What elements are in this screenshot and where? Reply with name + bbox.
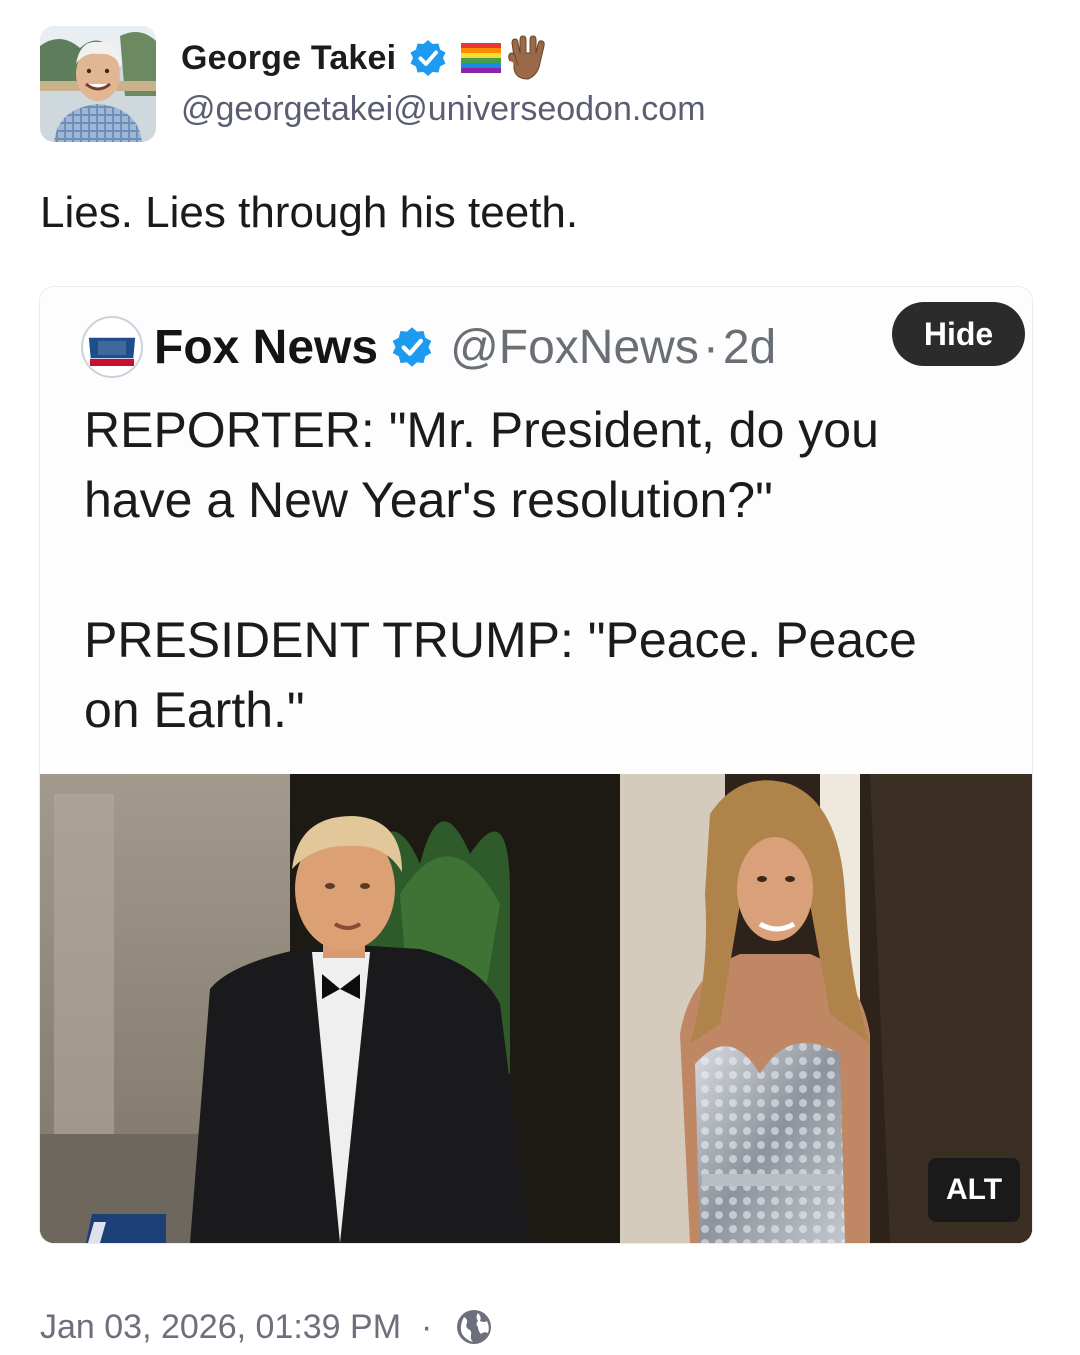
display-name[interactable]: George Takei [181,39,396,78]
post-footer: Jan 03, 2026, 01:39 PM · [40,1302,494,1352]
embedded-tweet-header: Fox News @FoxNews · 2d [80,315,776,379]
verified-badge-icon [408,38,448,78]
avatar[interactable] [40,26,156,142]
post-header: George Takei @georgetakei@universeodon.c… [40,26,1040,142]
media-attachment[interactable]: Fox News @FoxNews · 2d REPORTER: "Mr. Pr… [40,287,1032,1243]
rainbow-flag-icon [460,41,502,75]
embedded-tweet-body: REPORTER: "Mr. President, do you have a … [84,395,984,745]
embedded-tweet-age: 2d [722,320,777,374]
vulcan-salute-icon [506,35,548,81]
event-photo [40,774,1032,1243]
embedded-tweet-handle: @FoxNews [450,320,699,374]
embedded-tweet-separator: · [702,320,719,374]
post-text: Lies. Lies through his teeth. [40,188,579,237]
post-timestamp[interactable]: Jan 03, 2026, 01:39 PM [40,1308,401,1347]
hide-media-button[interactable]: Hide [892,302,1025,366]
fox-news-logo-icon [80,315,144,379]
globe-icon [454,1307,494,1347]
account-handle[interactable]: @georgetakei@universeodon.com [181,90,706,129]
embedded-tweet-line: PRESIDENT TRUMP: "Peace. Peace on Earth.… [84,612,917,738]
alt-text-button[interactable]: ALT [928,1158,1020,1222]
embedded-tweet-screenshot: Fox News @FoxNews · 2d REPORTER: "Mr. Pr… [40,287,1032,774]
embedded-tweet-line: REPORTER: "Mr. President, do you have a … [84,402,879,528]
embedded-tweet-name: Fox News [154,320,379,374]
name-row: George Takei [181,34,548,82]
embedded-verified-badge-icon [390,325,434,369]
footer-separator: · [421,1307,433,1346]
